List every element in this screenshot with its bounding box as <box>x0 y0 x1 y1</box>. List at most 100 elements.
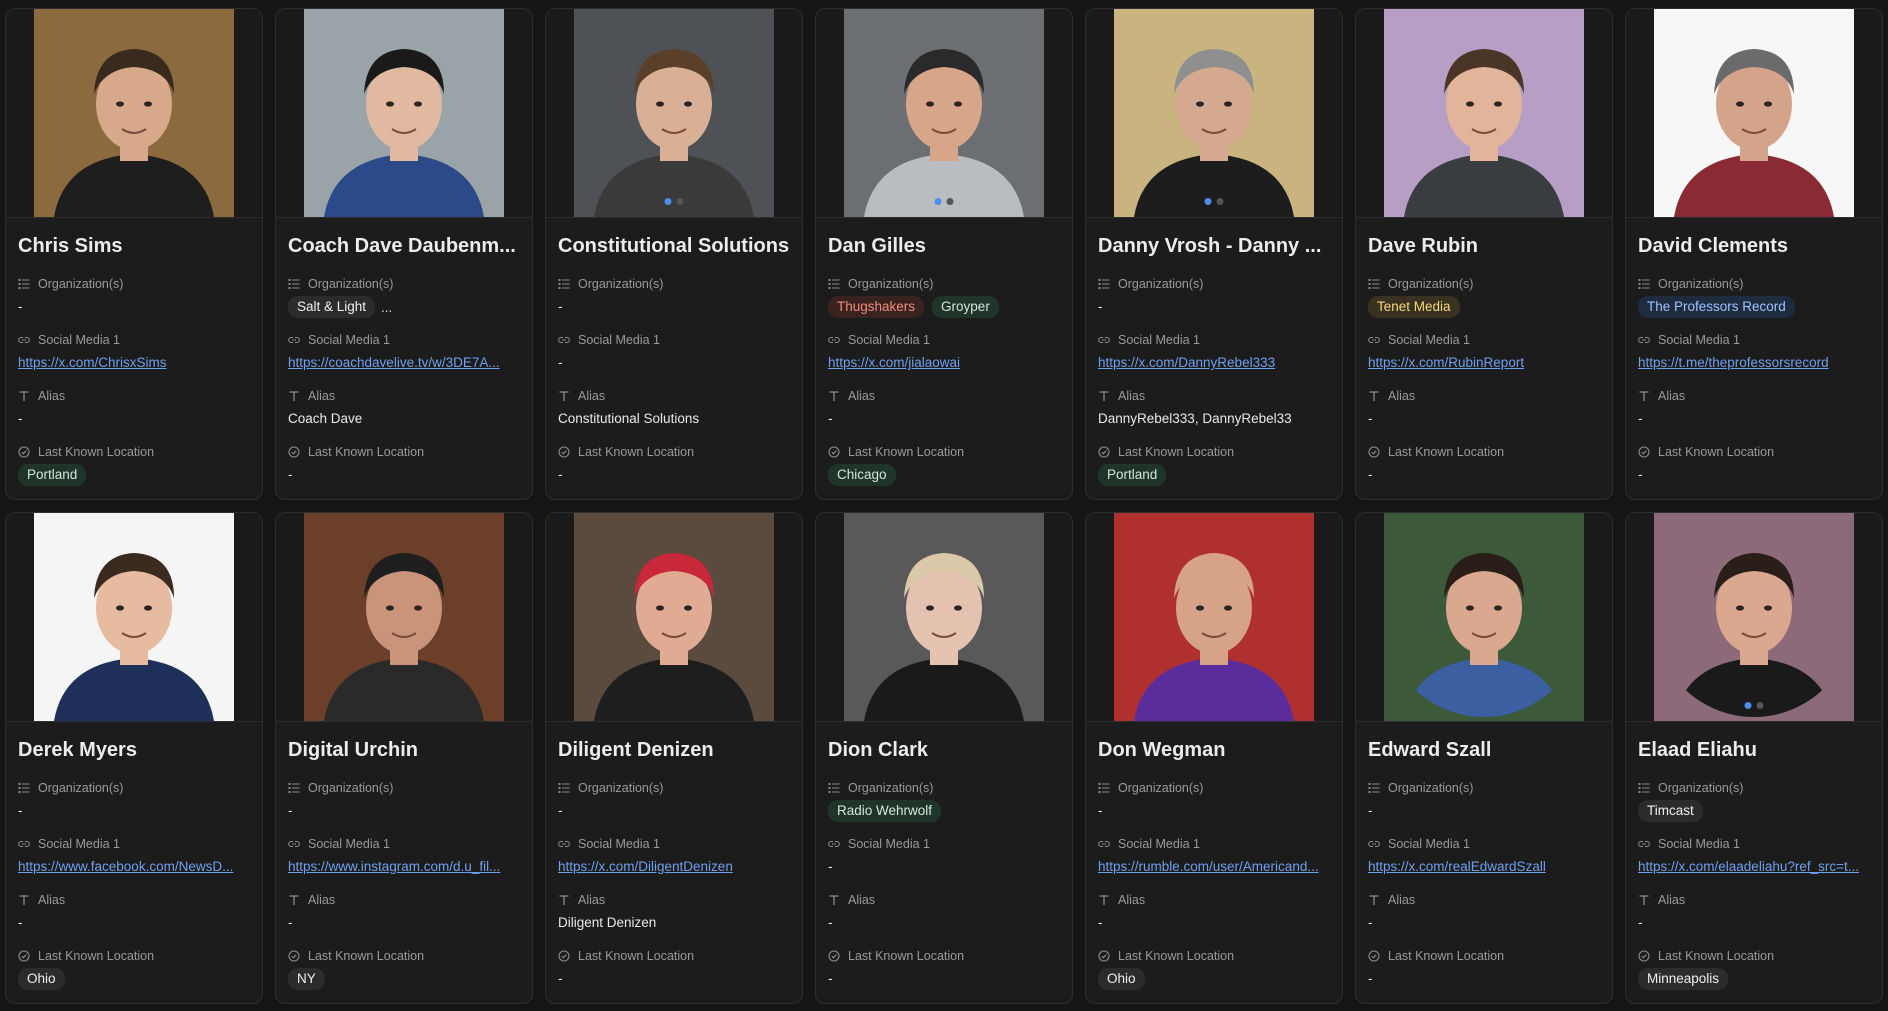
field-label-text: Alias <box>578 389 606 403</box>
social-link[interactable]: https://x.com/jialaowai <box>828 354 1060 372</box>
location-value: - <box>1638 467 1643 482</box>
field-label: Organization(s) <box>828 276 1060 292</box>
carousel-dots[interactable] <box>934 198 954 205</box>
link-icon <box>288 334 300 346</box>
social-link[interactable]: https://coachdavelive.tv/w/3DE7A... <box>288 354 520 372</box>
carousel-dot[interactable] <box>934 198 942 205</box>
link-icon <box>1098 334 1110 346</box>
field-social: Social Media 1 - <box>558 332 790 388</box>
profile-card[interactable]: Danny Vrosh - Danny ... Organization(s) - S… <box>1085 8 1343 500</box>
carousel-dots[interactable] <box>664 198 684 205</box>
field-value: - <box>18 299 23 314</box>
social-link[interactable]: https://x.com/elaadeliahu?ref_src=t... <box>1638 858 1870 876</box>
field-org: Organization(s) - <box>558 780 790 836</box>
field-label: Organization(s) <box>288 276 520 292</box>
check-circle-icon <box>1368 446 1380 458</box>
carousel-dot[interactable] <box>946 198 954 205</box>
field-label: Alias <box>1638 892 1870 908</box>
profile-photo-area <box>1626 9 1882 218</box>
location-tag[interactable]: Ohio <box>18 968 65 990</box>
profile-card[interactable]: Coach Dave Daubenm... Organization(s) Salt… <box>275 8 533 500</box>
social-link[interactable]: https://www.facebook.com/NewsD... <box>18 858 250 876</box>
profile-card[interactable]: Chris Sims Organization(s) - Social Media 1… <box>5 8 263 500</box>
field-label-text: Alias <box>848 389 876 403</box>
field-label-text: Organization(s) <box>1388 781 1474 795</box>
social-link[interactable]: https://x.com/DannyRebel333 <box>1098 354 1330 372</box>
profile-card[interactable]: Elaad Eliahu Organization(s) Timcast Social… <box>1625 512 1883 1004</box>
carousel-dot[interactable] <box>1216 198 1224 205</box>
profile-photo-area <box>276 513 532 722</box>
list-icon <box>288 278 300 290</box>
social-link[interactable]: https://rumble.com/user/Americand... <box>1098 858 1330 876</box>
profile-details: Derek Myers Organization(s) - Social Media … <box>6 722 262 1003</box>
field-label: Social Media 1 <box>828 332 1060 348</box>
field-label-text: Social Media 1 <box>308 333 390 347</box>
field-location: Last Known Location Minneapolis <box>1638 948 1870 1003</box>
org-tag[interactable]: Timcast <box>1638 800 1703 822</box>
field-label: Last Known Location <box>1638 948 1870 964</box>
field-label: Social Media 1 <box>1098 836 1330 852</box>
location-tag[interactable]: Portland <box>1098 464 1167 486</box>
social-link[interactable]: https://x.com/realEdwardSzall <box>1368 858 1600 876</box>
profile-card[interactable]: Dan Gilles Organization(s) Thugshakers Groy… <box>815 8 1073 500</box>
field-label: Organization(s) <box>1638 276 1870 292</box>
check-circle-icon <box>18 950 30 962</box>
social-link[interactable]: https://x.com/RubinReport <box>1368 354 1600 372</box>
field-location: Last Known Location Ohio <box>18 948 250 1003</box>
field-label-text: Social Media 1 <box>1658 837 1740 851</box>
carousel-dots[interactable] <box>1204 198 1224 205</box>
field-label-text: Organization(s) <box>578 277 664 291</box>
org-more[interactable]: ... <box>381 300 392 315</box>
carousel-dots[interactable] <box>1744 702 1764 709</box>
text-icon <box>18 390 30 402</box>
field-label-text: Organization(s) <box>38 277 124 291</box>
location-value: - <box>558 467 563 482</box>
org-tag[interactable]: Tenet Media <box>1368 296 1460 318</box>
profile-card[interactable]: Dion Clark Organization(s) Radio Wehrwolf S… <box>815 512 1073 1004</box>
profile-card[interactable]: Don Wegman Organization(s) - Social Media 1… <box>1085 512 1343 1004</box>
profile-card[interactable]: Digital Urchin Organization(s) - Social Med… <box>275 512 533 1004</box>
carousel-dot[interactable] <box>1756 702 1764 709</box>
profile-photo-area <box>546 513 802 722</box>
profile-card[interactable]: Edward Szall Organization(s) - Social Media… <box>1355 512 1613 1004</box>
location-tag[interactable]: Minneapolis <box>1638 968 1729 990</box>
social-link[interactable]: https://www.instagram.com/d.u_fil... <box>288 858 520 876</box>
carousel-dot[interactable] <box>1204 198 1212 205</box>
social-link[interactable]: https://x.com/DiligentDenizen <box>558 858 790 876</box>
location-tag[interactable]: NY <box>288 968 325 990</box>
profile-card[interactable]: Diligent Denizen Organization(s) - Social M… <box>545 512 803 1004</box>
check-circle-icon <box>18 446 30 458</box>
carousel-dot[interactable] <box>1744 702 1752 709</box>
location-tag[interactable]: Portland <box>18 464 87 486</box>
social-link[interactable]: https://x.com/ChrisxSims <box>18 354 250 372</box>
profile-card[interactable]: Derek Myers Organization(s) - Social Media … <box>5 512 263 1004</box>
org-tag[interactable]: Radio Wehrwolf <box>828 800 942 822</box>
profile-photo-area <box>1086 513 1342 722</box>
profile-card[interactable]: Constitutional Solutions Organization(s) -… <box>545 8 803 500</box>
location-tag[interactable]: Ohio <box>1098 968 1145 990</box>
field-location: Last Known Location - <box>558 444 790 499</box>
profile-name: Coach Dave Daubenm... <box>288 235 516 257</box>
org-tag[interactable]: The Professors Record <box>1638 296 1795 318</box>
org-tag[interactable]: Thugshakers <box>828 296 925 318</box>
link-icon <box>1368 334 1380 346</box>
social-link[interactable]: https://t.me/theprofessorsrecord <box>1638 354 1870 372</box>
field-alias: Alias Coach Dave <box>288 388 520 444</box>
profile-card[interactable]: David Clements Organization(s) The Profess… <box>1625 8 1883 500</box>
org-tag[interactable]: Salt & Light <box>288 296 376 318</box>
profile-details: David Clements Organization(s) The Profess… <box>1626 218 1882 499</box>
profile-card[interactable]: Dave Rubin Organization(s) Tenet Media Soci… <box>1355 8 1613 500</box>
alias-value: DannyRebel333, DannyRebel33 <box>1098 411 1292 426</box>
field-label-text: Social Media 1 <box>1118 837 1200 851</box>
org-tags: Tenet Media <box>1368 296 1600 318</box>
field-label-text: Last Known Location <box>578 445 695 459</box>
location-tag[interactable]: Chicago <box>828 464 896 486</box>
field-location: Last Known Location NY <box>288 948 520 1003</box>
list-icon <box>18 782 30 794</box>
field-label: Last Known Location <box>18 444 250 460</box>
profile-name: Diligent Denizen <box>558 739 714 761</box>
link-icon <box>1638 838 1650 850</box>
org-tag[interactable]: Groyper <box>932 296 999 318</box>
carousel-dot[interactable] <box>664 198 672 205</box>
carousel-dot[interactable] <box>676 198 684 205</box>
